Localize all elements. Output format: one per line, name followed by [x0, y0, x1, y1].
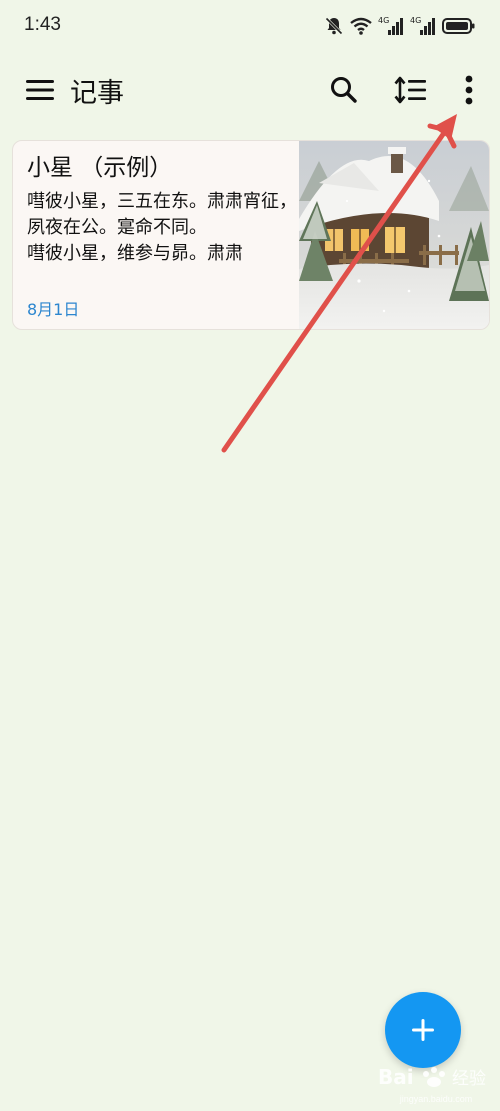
- plus-icon: [412, 1019, 434, 1041]
- menu-icon[interactable]: [24, 76, 56, 104]
- svg-text:经验: 经验: [452, 1069, 486, 1089]
- watermark: Bai 经验 jingyan.baidu.com: [372, 1060, 500, 1108]
- network-label: 4G: [410, 16, 421, 25]
- note-thumbnail: [299, 141, 489, 329]
- search-icon[interactable]: [328, 74, 360, 106]
- sort-icon[interactable]: [394, 74, 428, 106]
- app-bar: 记事: [0, 60, 500, 120]
- status-icons: 4G 4G: [324, 14, 476, 38]
- watermark-text: jingyan.baidu.com: [399, 1094, 473, 1104]
- mute-bell-icon: [325, 17, 343, 35]
- status-time: 1:43: [24, 14, 61, 35]
- note-title: 小星 （示例）: [27, 155, 173, 181]
- watermark-logo: Bai 经验: [378, 1065, 486, 1089]
- status-bar: 1:43 4G 4G: [0, 0, 500, 52]
- svg-text:Bai: Bai: [378, 1065, 414, 1089]
- note-card[interactable]: 小星 （示例） 嘒彼小星，三五在东。肃肃宵征，夙夜在公。寔命不同。 嘒彼小星，维…: [12, 140, 490, 330]
- wifi-icon: [350, 17, 372, 35]
- network-label: 4G: [378, 16, 389, 25]
- note-text: 小星 （示例） 嘒彼小星，三五在东。肃肃宵征，夙夜在公。寔命不同。 嘒彼小星，维…: [27, 151, 299, 293]
- note-date: 8月1日: [27, 300, 80, 319]
- page-title: 记事: [70, 78, 124, 109]
- more-vert-icon[interactable]: [456, 72, 482, 108]
- note-body: 嘒彼小星，三五在东。肃肃宵征，夙夜在公。寔命不同。 嘒彼小星，维参与昴。肃肃: [27, 191, 297, 264]
- add-note-button[interactable]: [385, 992, 461, 1068]
- signal-4g-icon: 4G: [410, 16, 435, 35]
- signal-4g-icon: 4G: [378, 16, 403, 35]
- battery-icon: [442, 18, 475, 34]
